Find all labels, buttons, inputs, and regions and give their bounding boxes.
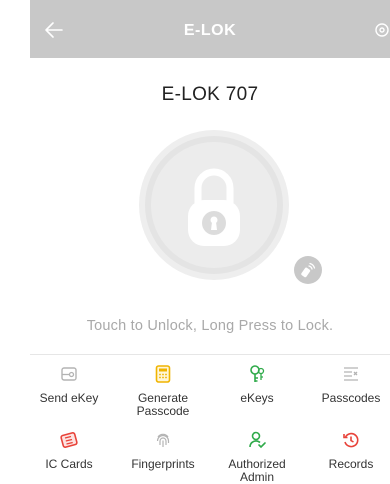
menu-label: Records bbox=[328, 457, 374, 471]
authorized-admin-icon bbox=[249, 431, 266, 449]
passcodes-list-icon bbox=[344, 367, 358, 381]
menu-label: Passcodes bbox=[321, 391, 381, 405]
menu-label: Send eKey bbox=[39, 391, 99, 405]
menu-passcodes[interactable]: Passcodes bbox=[306, 364, 390, 405]
ekeys-icon bbox=[250, 365, 265, 382]
app-header: E-LOK bbox=[30, 0, 390, 58]
menu-generate-passcode[interactable]: Generate Passcode bbox=[118, 364, 208, 418]
menu-send-ekey[interactable]: Send eKey bbox=[30, 364, 114, 405]
menu-ekeys[interactable]: eKeys bbox=[212, 364, 302, 405]
remote-unlock-icon bbox=[301, 262, 316, 278]
unlock-button[interactable] bbox=[139, 130, 289, 280]
lock-detail-screen: E-LOK E-LOK 707 Touch to Unlock, Long Pr… bbox=[30, 0, 390, 484]
header-title: E-LOK bbox=[183, 22, 237, 39]
menu-fingerprints[interactable]: Fingerprints bbox=[118, 430, 208, 471]
menu-label: Authorized Admin bbox=[228, 457, 286, 484]
send-ekey-icon bbox=[61, 367, 77, 381]
settings-button[interactable] bbox=[374, 22, 390, 38]
passcode-keypad-icon bbox=[155, 365, 171, 383]
ic-card-icon bbox=[60, 432, 78, 448]
settings-icon bbox=[375, 23, 389, 37]
unlock-hint: Touch to Unlock, Long Press to Lock. bbox=[86, 318, 334, 334]
menu-label: Fingerprints bbox=[131, 457, 195, 471]
fingerprint-icon bbox=[156, 433, 170, 447]
menu-ic-cards[interactable]: IC Cards bbox=[30, 430, 114, 471]
menu-records[interactable]: Records bbox=[306, 430, 390, 471]
menu-label: Generate Passcode bbox=[136, 391, 190, 418]
menu-label: IC Cards bbox=[45, 457, 93, 471]
padlock-icon bbox=[188, 168, 240, 246]
remote-unlock-button[interactable] bbox=[294, 256, 322, 284]
menu-authorized-admin[interactable]: Authorized Admin bbox=[212, 430, 302, 484]
lock-name: E-LOK 707 bbox=[161, 84, 259, 105]
divider bbox=[30, 354, 390, 355]
menu-label: eKeys bbox=[240, 391, 274, 405]
records-history-icon bbox=[343, 432, 359, 448]
